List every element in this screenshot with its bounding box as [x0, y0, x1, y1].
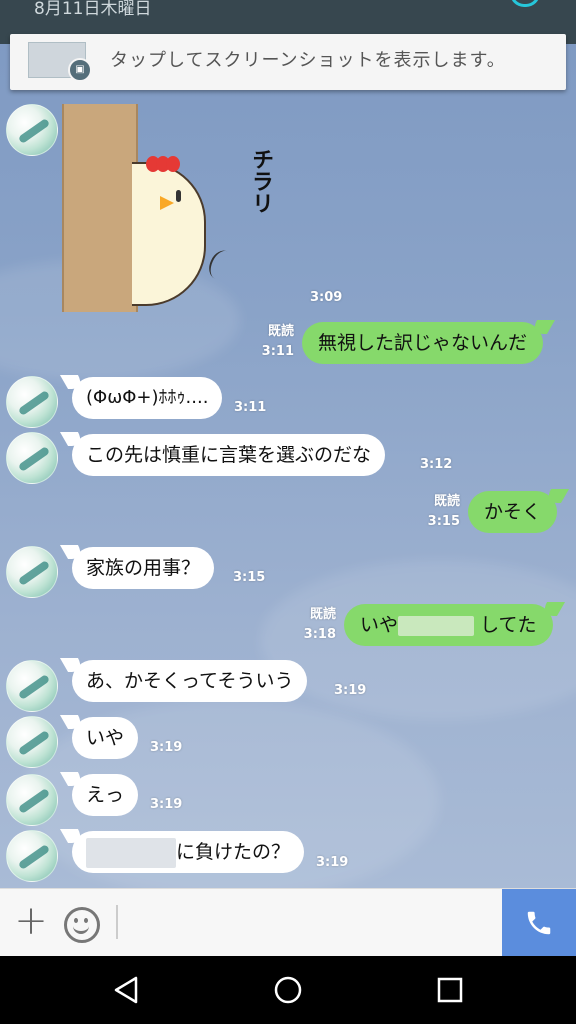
- message-time: 3:09: [310, 290, 343, 305]
- message-time: 3:19: [150, 797, 183, 812]
- message-text-start: いや: [360, 614, 399, 636]
- message-bubble-incoming[interactable]: いや: [72, 717, 139, 759]
- image-icon: ▣: [68, 58, 92, 82]
- avatar[interactable]: [6, 546, 58, 598]
- avatar[interactable]: [6, 774, 58, 826]
- screenshot-notification[interactable]: ▣ タップしてスクリーンショットを表示します。: [10, 34, 566, 90]
- expand-icon[interactable]: [510, 0, 540, 7]
- message-text-end: してた: [480, 614, 537, 636]
- avatar[interactable]: [6, 660, 58, 712]
- message-time: 3:11: [261, 344, 294, 359]
- read-status: 既読 3:18: [300, 605, 336, 645]
- chicken-eye: [176, 190, 181, 202]
- read-status: 既読 3:15: [424, 492, 460, 532]
- plus-icon[interactable]: +: [14, 901, 48, 941]
- avatar[interactable]: [6, 432, 58, 484]
- call-button[interactable]: [502, 889, 576, 957]
- avatar[interactable]: [6, 104, 58, 156]
- phone-icon: [527, 911, 551, 935]
- smiley-icon[interactable]: [64, 907, 100, 943]
- message-time: 3:12: [420, 457, 453, 472]
- message-bubble-outgoing[interactable]: いや してた: [344, 604, 553, 646]
- message-time: 3:19: [316, 855, 349, 870]
- redacted-text: [86, 837, 176, 868]
- message-bubble-incoming[interactable]: この先は慎重に言葉を選ぶのだな: [72, 434, 386, 476]
- read-status: 既読 3:11: [258, 322, 294, 362]
- message-time: 3:11: [234, 400, 267, 415]
- message-bubble-incoming[interactable]: あ、かそくってそういう: [72, 660, 308, 702]
- chicken-comb: [146, 156, 186, 176]
- message-time: 3:19: [150, 740, 183, 755]
- avatar[interactable]: [6, 716, 58, 768]
- read-label: 既読: [309, 607, 336, 622]
- message-bubble-incoming[interactable]: えっ: [72, 774, 139, 816]
- back-triangle-icon[interactable]: [110, 974, 142, 1006]
- message-bubble-outgoing[interactable]: かそく: [468, 491, 558, 533]
- motion-lines: [204, 246, 238, 284]
- home-circle-icon[interactable]: [272, 974, 304, 1006]
- recents-square-icon[interactable]: [434, 974, 466, 1006]
- message-time: 3:15: [233, 570, 266, 585]
- message-time: 3:19: [334, 683, 367, 698]
- message-time: 3:18: [303, 627, 336, 642]
- notification-date: 8月11日木曜日: [34, 0, 152, 19]
- read-label: 既読: [433, 494, 460, 509]
- chat-background: チラリ 3:09 既読 3:11 無視した訳じゃないんだ (ΦωΦ+)ﾎﾎｩ..…: [0, 0, 576, 888]
- message-bubble-outgoing[interactable]: 無視した訳じゃないんだ: [302, 322, 544, 364]
- avatar[interactable]: [6, 376, 58, 428]
- door-illustration: [62, 104, 138, 312]
- sticker-text: チラリ: [248, 148, 273, 214]
- message-text-end: に負けたの？: [176, 841, 291, 863]
- read-label: 既読: [267, 324, 294, 339]
- message-bubble-incoming[interactable]: に負けたの？: [72, 831, 305, 873]
- navigation-bar: [0, 956, 576, 1024]
- avatar[interactable]: [6, 830, 58, 882]
- notification-message: タップしてスクリーンショットを表示します。: [110, 50, 506, 71]
- message-time: 3:15: [427, 514, 460, 529]
- redacted-text: [398, 615, 475, 636]
- message-input-bar: +: [0, 888, 576, 957]
- message-bubble-incoming[interactable]: 家族の用事？: [72, 547, 215, 589]
- message-bubble-incoming[interactable]: (ΦωΦ+)ﾎﾎｩ....: [72, 377, 223, 419]
- divider: [116, 905, 118, 939]
- chicken-beak: [160, 196, 174, 210]
- message-input[interactable]: [124, 899, 498, 949]
